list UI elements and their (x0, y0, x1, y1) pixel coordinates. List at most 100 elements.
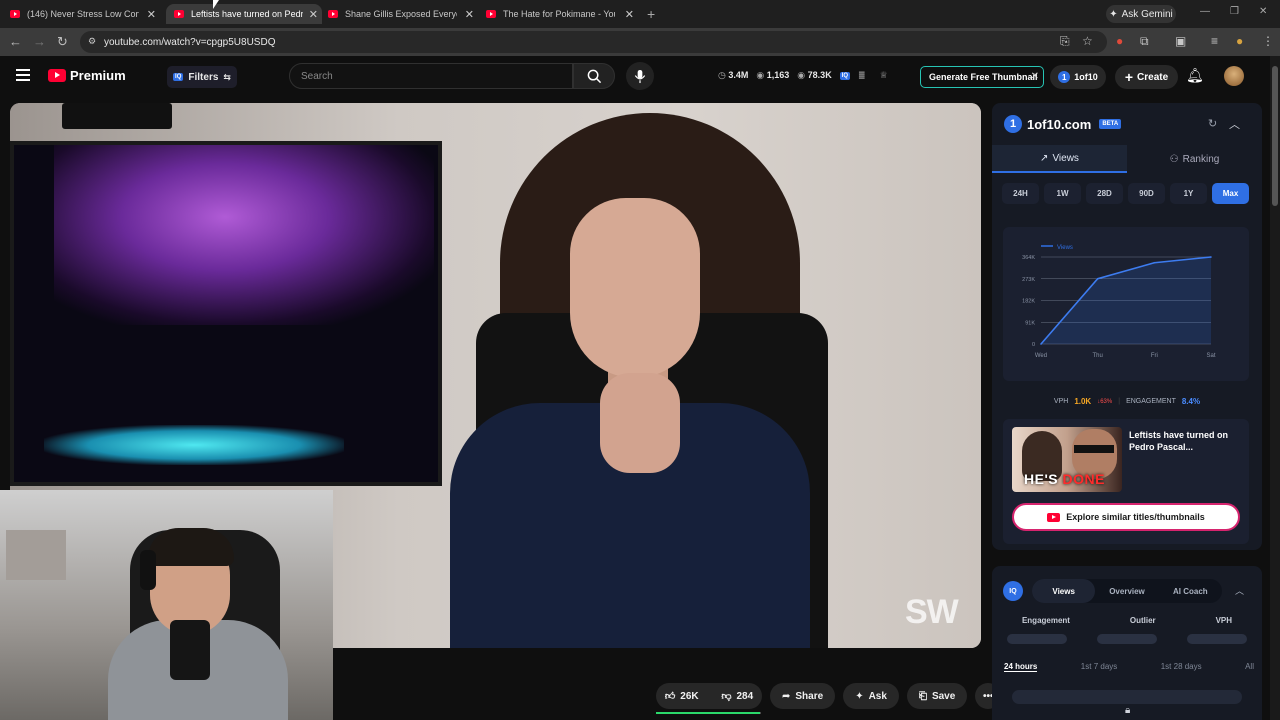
install-icon[interactable]: ⎘ (1060, 34, 1070, 49)
tab-title: Shane Gillis Exposed Everyone (345, 9, 457, 19)
chevron-up-icon[interactable]: ︿ (1229, 116, 1240, 132)
share-button[interactable]: ➦ Share (770, 683, 836, 709)
likes-stat: ◉ 78.3K (797, 70, 831, 81)
video-monitor-scene (10, 141, 442, 486)
mouse-cursor-icon (213, 0, 219, 9)
blurred-value (1187, 634, 1247, 644)
x-tick-label: Thu (1092, 353, 1102, 359)
site-info-icon[interactable]: ⚙ (88, 36, 96, 47)
time-tab-24h[interactable]: 24 hours (1004, 662, 1038, 672)
gemini-sparkle-icon: ✦ (1109, 8, 1118, 20)
views-chart-svg: Views 0 91K 182K 273K 364K Wed Thu Fri Sat (1022, 245, 1216, 359)
close-tab-icon[interactable]: ✕ (147, 8, 156, 21)
voice-search-button[interactable] (626, 62, 654, 90)
avatar[interactable] (1224, 66, 1244, 86)
range-button[interactable]: 1Y (1170, 183, 1207, 204)
browser-tab[interactable]: Shane Gillis Exposed Everyone ✕ (328, 4, 478, 24)
vidiq-panel: IQ Views Overview AI Coach ︿ Engagement … (992, 566, 1262, 720)
minimize-icon[interactable]: — (1200, 6, 1210, 17)
maximize-icon[interactable]: ❐ (1230, 6, 1239, 17)
forward-icon[interactable]: → (33, 34, 46, 49)
like-dislike-group: 👍︎ 26K 👎︎ 284 (656, 683, 762, 709)
close-tab-icon[interactable]: ✕ (309, 8, 318, 21)
oneof10-button[interactable]: 1 1of10 (1050, 65, 1106, 89)
range-button[interactable]: 28D (1086, 183, 1123, 204)
video-actions: 👍︎ 26K 👎︎ 284 ➦ Share ✦ Ask ⎗ Save ••• (656, 683, 1002, 709)
page-scrollbar[interactable] (1270, 56, 1280, 720)
browser-tab[interactable]: (146) Never Stress Low Cortisol ✕ (10, 4, 160, 24)
hamburger-menu-icon[interactable] (16, 69, 30, 81)
create-label: Create (1137, 71, 1169, 83)
filters-button[interactable]: IQ Filters ⇆ (167, 66, 237, 88)
close-tab-icon[interactable]: ✕ (465, 8, 474, 21)
create-button[interactable]: + Create (1115, 65, 1178, 89)
extensions-puzzle-icon[interactable]: ⧉ (1140, 34, 1149, 49)
refresh-icon[interactable]: ↻ (1208, 117, 1217, 130)
ask-button[interactable]: ✦ Ask (843, 683, 899, 709)
views-icon: ◷ (718, 70, 726, 80)
tab-overview[interactable]: Overview (1095, 579, 1158, 603)
chevron-up-icon[interactable]: ︿ (1235, 584, 1244, 597)
chart-stat-icon[interactable]: ≣ (858, 70, 866, 81)
scrollbar-thumb[interactable] (1272, 66, 1278, 206)
search-button[interactable] (573, 63, 615, 89)
range-button[interactable]: 90D (1128, 183, 1165, 204)
browser-menu-icon[interactable]: ⋮ (1262, 34, 1274, 48)
trophy-icon[interactable]: ♕ (880, 70, 888, 81)
sparkle-icon: ✦ (855, 690, 864, 702)
browser-tab-active[interactable]: Leftists have turned on Pedro P ✕ (166, 4, 322, 24)
lock-icon[interactable]: 🔒︎ (1125, 705, 1130, 716)
ask-label: Ask (868, 690, 887, 702)
save-button[interactable]: ⎗ Save (906, 683, 968, 709)
tab-views[interactable]: ↗ Views (992, 145, 1127, 173)
series-point (1210, 256, 1212, 258)
tab-ai-coach[interactable]: AI Coach (1159, 579, 1222, 603)
range-button[interactable]: 1W (1044, 183, 1081, 204)
address-bar[interactable]: ⚙ youtube.com/watch?v=cpgp5U8USDQ (80, 31, 1107, 53)
range-button[interactable]: 24H (1002, 183, 1039, 204)
y-tick-label: 0 (1032, 342, 1035, 348)
engagement-header: Engagement (1021, 616, 1070, 625)
explore-similar-button[interactable]: Explore similar titles/thumbnails (1012, 503, 1240, 531)
generate-thumbnail-button[interactable]: Generate Free Thumbnail ✕ (920, 66, 1044, 88)
notifications-bell-icon[interactable]: 🔔︎ (1186, 67, 1204, 84)
new-tab-icon[interactable]: + (647, 6, 655, 22)
youtube-favicon-icon (174, 10, 184, 18)
close-window-icon[interactable]: ✕ (1259, 6, 1267, 17)
iq-stat-icon[interactable]: IQ (839, 71, 851, 80)
video-thumbnail[interactable]: HE'S DONE (1012, 427, 1122, 492)
likes-count: 78.3K (807, 70, 832, 80)
browser-tab[interactable]: The Hate for Pokimane - YouTu ✕ (486, 4, 638, 24)
y-tick-label: 364K (1022, 255, 1035, 261)
close-tab-icon[interactable]: ✕ (625, 8, 634, 21)
dislike-button[interactable]: 👎︎ 284 (721, 690, 753, 703)
vidiq-time-tabs: 24 hours 1st 7 days 1st 28 days All (1004, 662, 1254, 672)
time-tab-all[interactable]: All (1245, 662, 1254, 672)
search-input[interactable]: Search (289, 63, 573, 89)
time-tab-7d[interactable]: 1st 7 days (1081, 662, 1117, 672)
engagement-label: ENGAGEMENT (1126, 398, 1176, 405)
reading-list-icon[interactable]: ≡ (1211, 34, 1218, 48)
back-icon[interactable]: ← (9, 34, 22, 49)
bookmark-star-icon[interactable]: ☆ (1082, 34, 1093, 48)
views-chart: Views 0 91K 182K 273K 364K Wed Thu Fri Sat (1003, 227, 1249, 381)
range-button-active[interactable]: Max (1212, 183, 1249, 204)
video-stats: ◷ 3.4M ◉ 1,163 ◉ 78.3K IQ ≣ ♕ (718, 70, 888, 81)
watching-stat: ◉ 1,163 (756, 70, 789, 81)
youtube-premium-logo[interactable]: Premium (48, 68, 126, 83)
like-button[interactable]: 👍︎ 26K (665, 690, 699, 703)
profile-avatar-icon[interactable]: ● (1236, 34, 1243, 48)
tab-ranking[interactable]: ⚇ Ranking (1127, 145, 1262, 173)
extension-icon[interactable]: ● (1116, 34, 1123, 48)
user-icon: ⚇ (1169, 153, 1179, 165)
ask-gemini-button[interactable]: ✦ Ask Gemini (1106, 5, 1176, 23)
views-stat: ◷ 3.4M (718, 70, 748, 81)
tab-title: (146) Never Stress Low Cortisol (27, 9, 139, 19)
tab-views[interactable]: Views (1032, 579, 1096, 603)
reload-icon[interactable]: ↻ (57, 34, 68, 50)
tab-title: Leftists have turned on Pedro P (191, 9, 303, 19)
close-icon[interactable]: ✕ (1031, 71, 1039, 82)
cast-icon[interactable]: ▣ (1175, 34, 1186, 48)
time-tab-28d[interactable]: 1st 28 days (1161, 662, 1202, 672)
video-summary-card: HE'S DONE Leftists have turned on Pedro … (1003, 419, 1249, 544)
